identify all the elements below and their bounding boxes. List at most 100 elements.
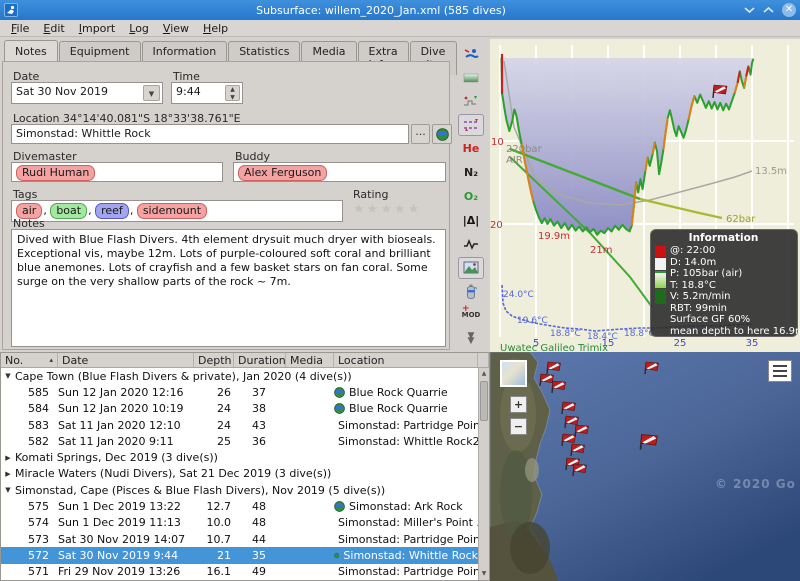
buddy-input[interactable]: Alex Ferguson xyxy=(233,162,446,182)
column-header-location[interactable]: Location xyxy=(334,353,478,367)
globe-button[interactable] xyxy=(432,124,452,144)
divemaster-chip[interactable]: Rudi Human xyxy=(16,165,95,181)
column-header-depth[interactable]: Depth xyxy=(194,353,234,367)
trip-group-row[interactable]: ▶Miracle Waters (Nudi Divers), Sat 21 De… xyxy=(1,466,478,482)
window-title: Subsurface: willem_2020_Jan.xml (585 div… xyxy=(18,4,744,17)
close-button[interactable]: ✕ xyxy=(782,3,796,17)
tooltip-lines: @: 22:00D: 14.0mP: 105bar (air)T: 18.8°C… xyxy=(670,245,800,337)
toggle-n2-button[interactable]: N₂ xyxy=(458,162,484,184)
column-header-date[interactable]: Date xyxy=(58,353,194,367)
scrollbar-thumb[interactable] xyxy=(480,381,488,421)
dive-row-582[interactable]: 582Sat 11 Jan 2020 9:112536Simonstad: Wh… xyxy=(1,433,478,449)
map-copyright: © 2020 Go xyxy=(715,477,796,491)
profile-shading-button[interactable] xyxy=(458,67,484,89)
star-icon[interactable]: ★ xyxy=(408,202,422,217)
dive-row-585[interactable]: 585Sun 12 Jan 2020 12:162637Blue Rock Qu… xyxy=(1,384,478,400)
column-header-media[interactable]: Media xyxy=(286,353,334,367)
menu-import[interactable]: Import xyxy=(72,21,123,36)
toggle-o2-button[interactable]: O₂ xyxy=(458,186,484,208)
collapse-toolbar-button[interactable]: ▼▼ xyxy=(458,328,484,350)
menu-log[interactable]: Log xyxy=(122,21,156,36)
star-icon[interactable]: ★ xyxy=(353,202,367,217)
svg-text:13.5m: 13.5m xyxy=(755,166,787,177)
menu-edit[interactable]: Edit xyxy=(36,21,71,36)
menu-file[interactable]: File xyxy=(4,21,36,36)
dc-ceiling-button[interactable] xyxy=(458,114,484,136)
svg-text:18.8°C: 18.8°C xyxy=(550,329,581,339)
star-icon[interactable]: ★ xyxy=(380,202,394,217)
dive-row-583[interactable]: 583Sat 11 Jan 2020 12:102443Simonstad: P… xyxy=(1,417,478,433)
dive-profile-chart[interactable]: 10205152535220barAIR62bar13.5m19.9m21m24… xyxy=(490,37,800,352)
tag-chip-sidemount[interactable]: sidemount xyxy=(137,203,207,219)
minimize-button[interactable] xyxy=(744,6,755,14)
tooltip-gas-bars xyxy=(655,246,666,337)
star-icon[interactable]: ★ xyxy=(394,202,408,217)
dive-site-map[interactable]: + − © 2020 Go xyxy=(490,352,800,581)
date-combobox[interactable]: Sat 30 Nov 2019 ▼ xyxy=(11,82,163,104)
column-header-no[interactable]: No.▴ xyxy=(1,353,58,367)
minimap-thumbnail[interactable] xyxy=(500,360,527,387)
svg-text:21m: 21m xyxy=(590,245,612,256)
rating-stars[interactable]: ★★★★★ xyxy=(353,202,421,217)
trip-group-label: Komati Springs, Dec 2019 (3 dive(s)) xyxy=(15,451,218,464)
calculated-ceiling-button[interactable] xyxy=(458,91,484,113)
location-input[interactable]: Simonstad: Whittle Rock xyxy=(11,124,409,144)
dive-row-572[interactable]: 572Sat 30 Nov 2019 9:442135Simonstad: Wh… xyxy=(1,547,478,563)
photo-icon xyxy=(463,261,479,274)
divemaster-input[interactable]: Rudi Human xyxy=(11,162,223,182)
spinner-arrows-icon[interactable]: ▲▼ xyxy=(225,85,240,101)
expand-icon[interactable]: ▶ xyxy=(1,454,15,462)
profile-tooltip: Information @: 22:00D: 14.0mP: 105bar (a… xyxy=(650,229,798,337)
dive-row-575[interactable]: 575Sun 1 Dec 2019 13:2212.748Simonstad: … xyxy=(1,498,478,514)
tag-chip-reef[interactable]: reef xyxy=(95,203,129,219)
globe-icon xyxy=(334,387,345,398)
heart-rate-button[interactable] xyxy=(458,233,484,255)
dive-list-scrollbar[interactable]: ▲ ▼ xyxy=(478,368,489,580)
dive-row-571[interactable]: 571Fri 29 Nov 2019 13:2616.149Simonstad:… xyxy=(1,564,478,580)
dive-info-panel: NotesEquipmentInformationStatisticsMedia… xyxy=(0,37,452,352)
collapse-icon[interactable]: ▼ xyxy=(1,486,15,494)
column-header-duration[interactable]: Duration xyxy=(234,353,286,367)
profile-toolbar: He N₂ O₂ |Δ| xyxy=(452,37,490,352)
maximize-button[interactable] xyxy=(763,6,774,14)
menu-view[interactable]: View xyxy=(156,21,196,36)
collapse-icon[interactable]: ▼ xyxy=(1,372,15,380)
show-photos-button[interactable] xyxy=(458,257,484,279)
map-zoom-in-button[interactable]: + xyxy=(510,396,527,413)
mod-button[interactable]: + MOD xyxy=(458,304,484,326)
tank-bar-button[interactable] xyxy=(458,281,484,303)
scroll-down-icon[interactable]: ▼ xyxy=(479,568,489,580)
time-spinbox[interactable]: 9:44 ▲▼ xyxy=(171,82,243,104)
expand-icon[interactable]: ▶ xyxy=(1,470,15,478)
plus-badge: + xyxy=(462,304,470,314)
scroll-up-icon[interactable]: ▲ xyxy=(479,368,489,380)
trip-group-row[interactable]: ▼Cape Town (Blue Flash Divers & private)… xyxy=(1,368,478,384)
tags-input[interactable]: air, boat, reef, sidemount xyxy=(11,200,343,222)
date-value: Sat 30 Nov 2019 xyxy=(16,85,108,98)
dive-row-574[interactable]: 574Sun 1 Dec 2019 11:1310.048Simonstad: … xyxy=(1,515,478,531)
tag-chip-boat[interactable]: boat xyxy=(50,203,87,219)
map-menu-button[interactable] xyxy=(768,360,792,382)
trip-group-row[interactable]: ▼Simonstad, Cape (Pisces & Blue Flash Di… xyxy=(1,482,478,498)
notes-textarea[interactable]: Dived with Blue Flash Divers. 4th elemen… xyxy=(11,229,446,347)
svg-text:19.6°C: 19.6°C xyxy=(517,316,548,326)
map-zoom-out-button[interactable]: − xyxy=(510,418,527,435)
menu-help[interactable]: Help xyxy=(196,21,235,36)
diver-icon xyxy=(6,5,16,15)
dive-mode-button[interactable] xyxy=(458,43,484,65)
svg-text:20: 20 xyxy=(490,220,503,231)
toggle-he-button[interactable]: He xyxy=(458,138,484,160)
dive-row-584[interactable]: 584Sun 12 Jan 2020 10:192438Blue Rock Qu… xyxy=(1,401,478,417)
trip-group-label: Simonstad, Cape (Pisces & Blue Flash Div… xyxy=(15,484,385,497)
location-browse-button[interactable]: ... xyxy=(411,124,430,144)
title-bar[interactable]: Subsurface: willem_2020_Jan.xml (585 div… xyxy=(0,0,800,20)
dive-row-573[interactable]: 573Sat 30 Nov 2019 14:0710.744Simonstad:… xyxy=(1,531,478,547)
ruler-button[interactable]: |Δ| xyxy=(458,209,484,231)
globe-icon xyxy=(436,128,449,141)
star-icon[interactable]: ★ xyxy=(367,202,381,217)
buddy-chip[interactable]: Alex Ferguson xyxy=(238,165,327,181)
ceiling-chart-icon xyxy=(463,94,479,108)
trip-group-row[interactable]: ▶Komati Springs, Dec 2019 (3 dive(s)) xyxy=(1,449,478,465)
svg-text:35: 35 xyxy=(746,338,759,349)
chevron-down-icon[interactable]: ▼ xyxy=(143,85,160,101)
